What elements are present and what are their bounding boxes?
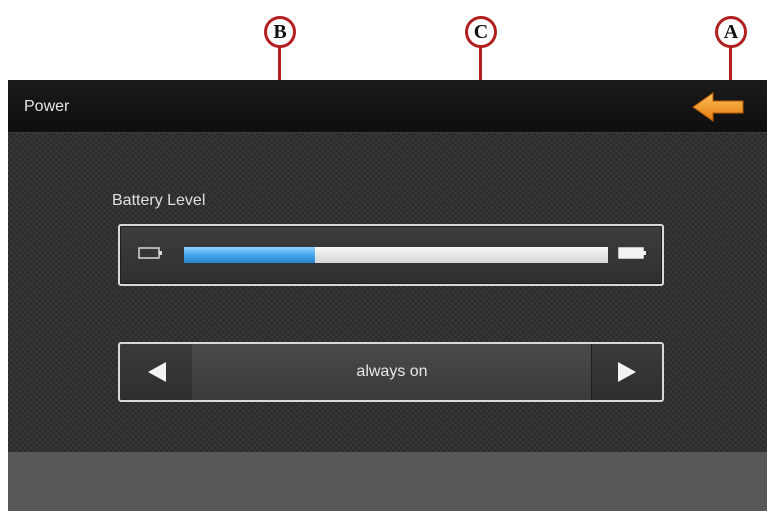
previous-option-button[interactable] [120, 344, 193, 400]
battery-level-bar [184, 247, 608, 263]
bottom-bar [8, 452, 767, 511]
battery-empty-icon [138, 247, 162, 259]
callout-a-letter: A [723, 21, 739, 43]
callout-c-letter: C [473, 21, 489, 43]
triangle-right-icon [618, 362, 636, 382]
battery-level-panel [118, 224, 664, 286]
power-mode-text: always on [356, 363, 428, 380]
callout-a: A [715, 16, 747, 48]
back-button[interactable] [691, 90, 747, 124]
arrow-left-icon [692, 92, 744, 122]
callout-b-letter: B [273, 21, 287, 43]
battery-level-label: Battery Level [112, 192, 206, 209]
title-bar: Power [8, 80, 767, 133]
power-screen: Power Battery Level always on [8, 80, 767, 511]
next-option-button[interactable] [591, 344, 662, 400]
power-mode-value: always on [192, 344, 592, 400]
page-title: Power [24, 98, 70, 115]
battery-level-fill [184, 247, 316, 263]
power-mode-selector: always on [118, 342, 664, 402]
battery-full-icon [618, 247, 646, 259]
callout-c: C [465, 16, 497, 48]
triangle-left-icon [148, 362, 166, 382]
callout-b: B [264, 16, 296, 48]
